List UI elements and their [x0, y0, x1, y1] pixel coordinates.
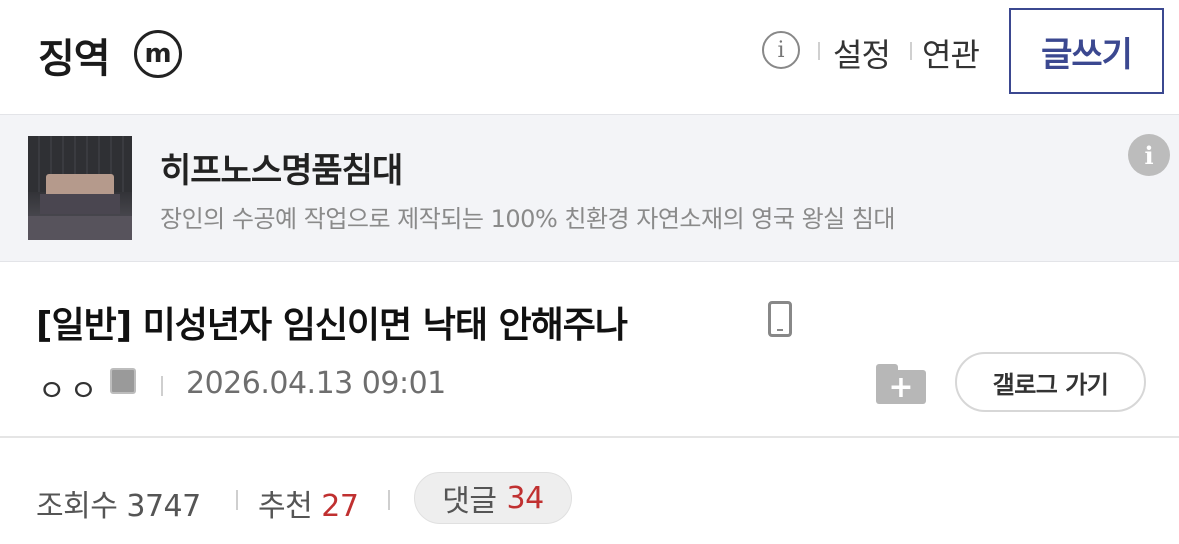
ad-description[interactable]: 장인의 수공예 작업으로 제작되는 100% 친환경 자연소재의 영국 왕실 침… [160, 199, 896, 234]
section-divider [0, 436, 1179, 438]
recommend-value: 27 [321, 489, 359, 524]
ad-thumbnail[interactable] [28, 136, 132, 240]
stats-divider [388, 490, 390, 510]
post-date: 2026.04.13 09:01 [186, 366, 446, 401]
info-circle-icon[interactable]: i [762, 31, 800, 69]
header-divider [818, 42, 820, 60]
header-divider [910, 42, 912, 60]
comment-count-button[interactable]: 댓글 34 [414, 472, 572, 524]
ad-title[interactable]: 히프노스명품침대 [160, 143, 403, 192]
ad-banner[interactable]: 히프노스명품침대 장인의 수공예 작업으로 제작되는 100% 친환경 자연소재… [0, 114, 1179, 262]
minor-gallery-badge-icon: m [134, 30, 182, 78]
info-icon[interactable]: i [1128, 134, 1170, 176]
view-count-value: 3747 [126, 489, 201, 524]
view-count: 조회수 3747 [36, 481, 201, 525]
gallery-header: 징역 m i 설정 연관 글쓰기 [0, 0, 1179, 112]
comment-label: 댓글 [442, 484, 497, 519]
view-count-label: 조회수 [36, 489, 118, 524]
write-post-button[interactable]: 글쓰기 [1009, 8, 1164, 94]
stats-divider [236, 490, 238, 510]
meta-divider [161, 376, 163, 396]
related-link[interactable]: 연관 [922, 30, 980, 76]
gallog-go-button[interactable]: 갤로그 가기 [955, 352, 1146, 412]
author-name[interactable]: ㅇㅇ [38, 366, 101, 410]
comment-value: 34 [506, 480, 545, 516]
recommend-label: 추천 [258, 489, 313, 524]
settings-link[interactable]: 설정 [833, 30, 891, 76]
folder-add-icon[interactable]: + [876, 364, 926, 405]
mobile-icon [768, 301, 792, 337]
recommend-count: 추천 27 [258, 481, 359, 525]
post-title: [일반] 미성년자 임신이면 낙태 안해주나 [36, 305, 628, 346]
user-icon[interactable] [110, 368, 136, 394]
gallery-title[interactable]: 징역 [38, 26, 111, 84]
